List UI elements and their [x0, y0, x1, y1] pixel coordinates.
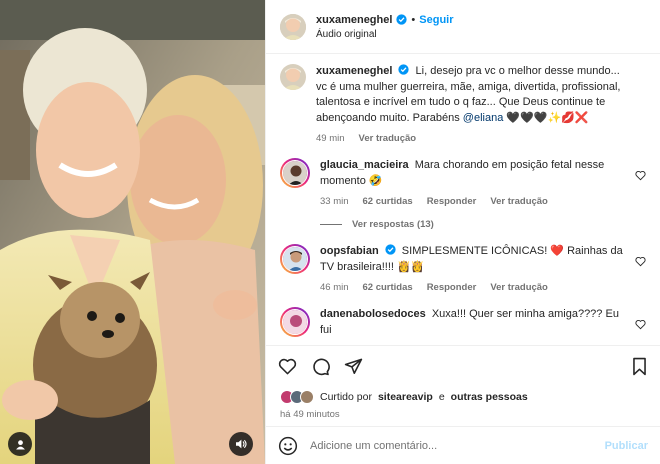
comment-reply-link[interactable]: Responder [427, 196, 477, 207]
publish-button[interactable]: Publicar [605, 440, 648, 452]
comment-time: 33 min [320, 196, 349, 207]
liker-avatar [300, 390, 314, 404]
comment-body: glaucia_macieira Mara chorando em posiçã… [320, 158, 646, 207]
caption-mention-link[interactable]: @eliana [463, 112, 504, 124]
header-row: xuxameneghel • Seguir [316, 14, 454, 26]
caption-time: 49 min [316, 133, 345, 144]
caption-meta: 49 min Ver tradução [316, 133, 630, 144]
like-comment-heart-icon[interactable] [635, 319, 646, 330]
caption-avatar[interactable] [280, 64, 306, 90]
caption-translate-link[interactable]: Ver tradução [359, 133, 417, 144]
view-replies-button[interactable]: Ver respostas (13) [320, 219, 646, 230]
comment-translate-link[interactable]: Ver tradução [490, 282, 548, 293]
comment-avatar-image [283, 310, 307, 334]
comment-username[interactable]: oopsfabian [320, 245, 379, 257]
comment-avatar-image [283, 247, 307, 271]
comment-item: oopsfabian SIMPLESMENTE ICÔNICAS! ❤️ Rai… [280, 244, 646, 293]
verified-badge-icon [398, 64, 410, 75]
follow-button[interactable]: Seguir [419, 14, 453, 26]
audio-toggle-button[interactable] [229, 432, 253, 456]
replies-divider [320, 224, 342, 225]
comment-text-block: danenabolosedoces Xuxa!!! Quer ser minha… [320, 307, 630, 338]
post-details-panel: xuxameneghel • Seguir Áudio original xux… [265, 0, 660, 464]
post-media[interactable] [0, 0, 265, 464]
verified-badge-icon [396, 14, 408, 25]
comment-bubble-icon[interactable] [311, 357, 330, 376]
post-timestamp[interactable]: há 49 minutos [266, 408, 660, 426]
author-avatar[interactable] [280, 13, 306, 40]
save-bookmark-icon[interactable] [631, 357, 648, 376]
emoji-smiley-icon[interactable] [278, 436, 298, 456]
comment-item: glaucia_macieira Mara chorando em posiçã… [280, 158, 646, 207]
comment-translate-link[interactable]: Ver tradução [490, 196, 548, 207]
comment-time: 46 min [320, 282, 349, 293]
liker-avatars[interactable] [280, 390, 314, 404]
header-separator: • [411, 13, 416, 26]
comment-item: danenabolosedoces Xuxa!!! Quer ser minha… [280, 307, 646, 338]
comment-body: oopsfabian SIMPLESMENTE ICÔNICAS! ❤️ Rai… [320, 244, 646, 293]
comment-username[interactable]: danenabolosedoces [320, 308, 426, 320]
liked-by-others-link[interactable]: outras pessoas [451, 391, 528, 403]
comment-avatar[interactable] [280, 244, 310, 274]
verified-badge-icon [385, 244, 396, 255]
author-username[interactable]: xuxameneghel [316, 14, 392, 26]
comment-avatar[interactable] [280, 307, 310, 337]
author-avatar-image [280, 13, 306, 40]
comment-body: danenabolosedoces Xuxa!!! Quer ser minha… [320, 307, 646, 338]
share-paper-plane-icon[interactable] [344, 357, 363, 376]
comment-likes-count[interactable]: 62 curtidas [363, 282, 413, 293]
post-header: xuxameneghel • Seguir Áudio original [266, 0, 660, 54]
post-actions-bar [266, 346, 660, 386]
comment-meta: 33 min 62 curtidas Responder Ver traduçã… [320, 196, 630, 207]
caption-text-block: xuxameneghel Li, desejo pra vc o melhor … [316, 64, 630, 126]
instagram-post-window: xuxameneghel • Seguir Áudio original xux… [0, 0, 660, 464]
comment-username[interactable]: glaucia_macieira [320, 159, 409, 171]
comment-text-block: glaucia_macieira Mara chorando em posiçã… [320, 158, 630, 189]
comment-reply-link[interactable]: Responder [427, 282, 477, 293]
like-heart-icon[interactable] [278, 357, 297, 376]
post-photo [0, 0, 265, 464]
liked-by-row: Curtido por siteareavip e outras pessoas [266, 386, 660, 408]
liked-by-prefix: Curtido por [320, 391, 372, 403]
comment-text-block: oopsfabian SIMPLESMENTE ICÔNICAS! ❤️ Rai… [320, 244, 630, 275]
header-text: xuxameneghel • Seguir Áudio original [316, 14, 454, 40]
add-comment-input[interactable] [310, 439, 593, 452]
comment-meta: 46 min 62 curtidas Responder Ver traduçã… [320, 282, 630, 293]
user-icon [15, 439, 25, 450]
comments-list[interactable]: xuxameneghel Li, desejo pra vc o melhor … [266, 54, 660, 346]
view-replies-label: Ver respostas (13) [352, 219, 434, 230]
caption-item: xuxameneghel Li, desejo pra vc o melhor … [280, 64, 646, 144]
liked-by-user-link[interactable]: siteareavip [378, 391, 433, 403]
speaker-icon [236, 439, 247, 449]
caption-body: xuxameneghel Li, desejo pra vc o melhor … [316, 64, 646, 144]
comment-avatar-image [283, 161, 307, 185]
liked-by-connector: e [438, 391, 445, 403]
caption-username[interactable]: xuxameneghel [316, 65, 392, 77]
like-comment-heart-icon[interactable] [635, 256, 646, 267]
tagged-users-button[interactable] [8, 432, 32, 456]
comment-likes-count[interactable]: 62 curtidas [363, 196, 413, 207]
caption-avatar-image [280, 64, 306, 90]
like-comment-heart-icon[interactable] [635, 170, 646, 181]
audio-link[interactable]: Áudio original [316, 29, 454, 40]
comment-avatar[interactable] [280, 158, 310, 188]
add-comment-bar: Publicar [266, 426, 660, 464]
caption-emojis: 🖤🖤🖤✨💋❌ [506, 111, 589, 124]
